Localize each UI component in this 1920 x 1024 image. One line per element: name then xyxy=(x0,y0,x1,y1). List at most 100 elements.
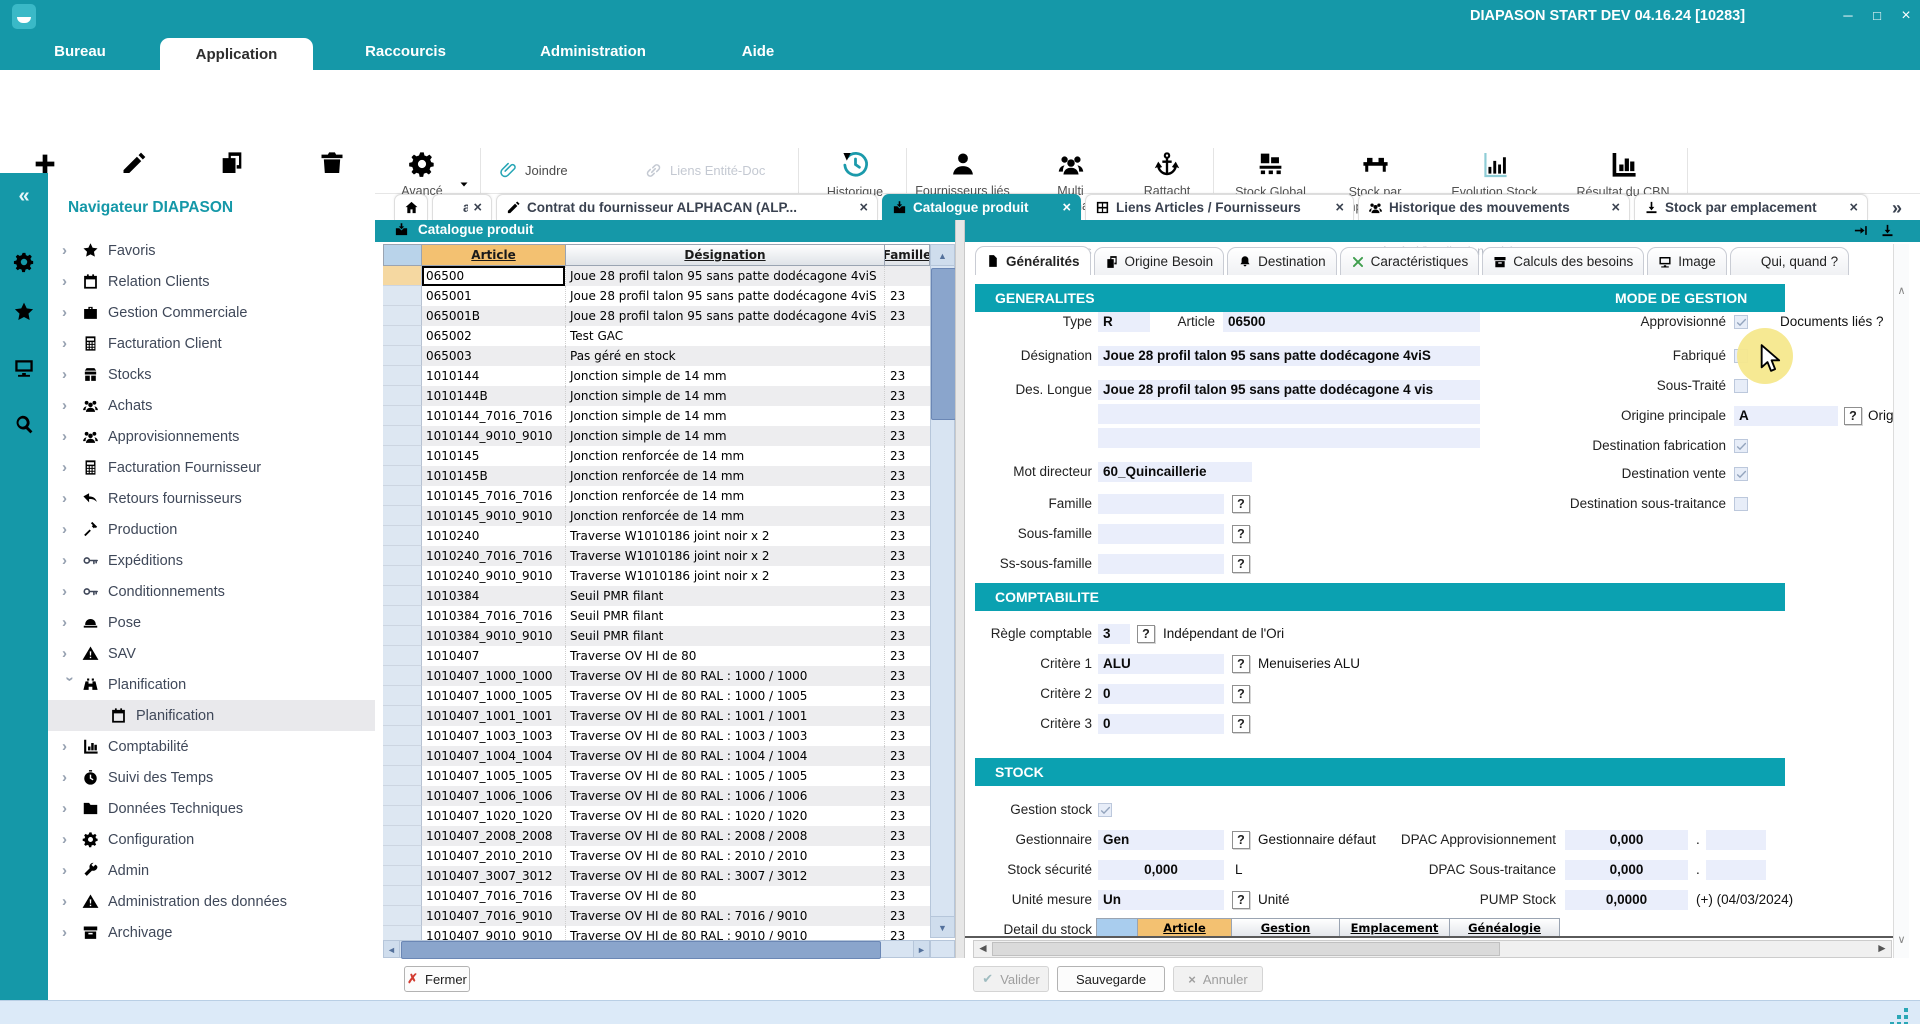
chevron-icon[interactable]: › xyxy=(62,769,78,786)
row-selector-cell[interactable] xyxy=(383,306,422,326)
famille-field[interactable] xyxy=(1098,494,1224,514)
famille-cell[interactable]: 23 xyxy=(885,666,930,686)
designation-cell[interactable]: Traverse OV HI de 80 RAL : 1000 / 1005 xyxy=(566,686,885,706)
designation-cell[interactable]: Traverse OV HI de 80 RAL : 2008 / 2008 xyxy=(566,826,885,846)
row-selector-cell[interactable] xyxy=(383,686,422,706)
designation-cell[interactable]: Traverse OV HI de 80 RAL : 1004 / 1004 xyxy=(566,746,885,766)
article-cell[interactable]: 1010145 xyxy=(422,446,566,466)
table-row[interactable]: 1010407_9010_9010 Traverse OV HI de 80 R… xyxy=(383,926,930,940)
close-button[interactable]: × xyxy=(1893,6,1919,26)
row-selector-cell[interactable] xyxy=(383,506,422,526)
column-header-famille[interactable]: Famille xyxy=(885,244,930,266)
designation-cell[interactable]: Jonction renforcée de 14 mm xyxy=(566,486,885,506)
tree-item[interactable]: › Expéditions xyxy=(48,545,375,576)
mot-directeur-field[interactable]: 60_Quincaillerie xyxy=(1098,462,1252,482)
regle-lookup-button[interactable]: ? xyxy=(1137,625,1155,643)
critere2-lookup-button[interactable]: ? xyxy=(1232,685,1250,703)
famille-cell[interactable]: 23 xyxy=(885,886,930,906)
table-row[interactable]: 1010407_1006_1006 Traverse OV HI de 80 R… xyxy=(383,786,930,806)
famille-cell[interactable]: 23 xyxy=(885,826,930,846)
form-tab[interactable]: Caractéristiques xyxy=(1340,247,1480,275)
famille-cell[interactable]: 23 xyxy=(885,466,930,486)
famille-cell[interactable]: 23 xyxy=(885,506,930,526)
form-tab[interactable]: Qui, quand ? xyxy=(1730,247,1849,275)
article-cell[interactable]: 1010145B xyxy=(422,466,566,486)
designation-cell[interactable]: Joue 28 profil talon 95 sans patte dodéc… xyxy=(566,266,885,286)
article-cell[interactable]: 1010144B xyxy=(422,386,566,406)
table-row[interactable]: 1010384_9010_9010 Seuil PMR filant 23 xyxy=(383,626,930,646)
row-selector-cell[interactable] xyxy=(383,286,422,306)
critere1-lookup-button[interactable]: ? xyxy=(1232,655,1250,673)
tree-item[interactable]: › Conditionnements xyxy=(48,576,375,607)
article-cell[interactable]: 1010407_1003_1003 xyxy=(422,726,566,746)
designation-cell[interactable]: Traverse OV HI de 80 xyxy=(566,886,885,906)
table-row[interactable]: 1010144_9010_9010 Jonction simple de 14 … xyxy=(383,426,930,446)
designation-cell[interactable]: Traverse OV HI de 80 RAL : 1001 / 1001 xyxy=(566,706,885,726)
famille-cell[interactable]: 23 xyxy=(885,306,930,326)
table-hscroll-thumb[interactable] xyxy=(401,941,881,959)
designation-cell[interactable]: Test GAC xyxy=(566,326,885,346)
gestionnaire-field[interactable]: Gen xyxy=(1098,830,1224,850)
famille-cell[interactable]: 23 xyxy=(885,426,930,446)
article-cell[interactable]: 1010240_7016_7016 xyxy=(422,546,566,566)
regle-comptable-field[interactable]: 3 xyxy=(1098,624,1130,644)
article-cell[interactable]: 1010407_1006_1006 xyxy=(422,786,566,806)
chevron-icon[interactable]: › xyxy=(62,893,78,910)
designation-cell[interactable]: Jonction simple de 14 mm xyxy=(566,426,885,446)
chevron-icon[interactable]: › xyxy=(62,924,78,941)
designation-cell[interactable]: Joue 28 profil talon 95 sans patte dodéc… xyxy=(566,306,885,326)
des-longue-field-3[interactable] xyxy=(1098,428,1480,448)
famille-cell[interactable]: 23 xyxy=(885,366,930,386)
rail-icon[interactable] xyxy=(13,251,35,273)
famille-cell[interactable]: 23 xyxy=(885,906,930,926)
article-cell[interactable]: 1010407_1020_1020 xyxy=(422,806,566,826)
article-cell[interactable]: 1010407_1005_1005 xyxy=(422,766,566,786)
row-selector-cell[interactable] xyxy=(383,526,422,546)
row-selector-cell[interactable] xyxy=(383,826,422,846)
row-selector-cell[interactable] xyxy=(383,386,422,406)
famille-cell[interactable]: 23 xyxy=(885,406,930,426)
designation-cell[interactable]: Pas géré en stock xyxy=(566,346,885,366)
table-row[interactable]: 065001B Joue 28 profil talon 95 sans pat… xyxy=(383,306,930,326)
table-row[interactable]: 1010145_9010_9010 Jonction renforcée de … xyxy=(383,506,930,526)
row-selector-cell[interactable] xyxy=(383,446,422,466)
table-row[interactable]: 1010144 Jonction simple de 14 mm 23 xyxy=(383,366,930,386)
dpac-st-field-2[interactable] xyxy=(1706,860,1766,880)
tab-close-icon[interactable]: × xyxy=(1063,200,1071,216)
maximize-button[interactable]: □ xyxy=(1864,6,1890,26)
article-cell[interactable]: 1010384_7016_7016 xyxy=(422,606,566,626)
minimize-button[interactable]: ─ xyxy=(1835,6,1861,26)
row-selector-cell[interactable] xyxy=(383,886,422,906)
article-cell[interactable]: 1010240 xyxy=(422,526,566,546)
menu-item[interactable]: Raccourcis xyxy=(313,33,498,70)
tree-item[interactable]: › Relation Clients xyxy=(48,266,375,297)
designation-cell[interactable]: Traverse W1010186 joint noir x 2 xyxy=(566,526,885,546)
article-cell[interactable]: 1010407_3007_3012 xyxy=(422,866,566,886)
document-tab[interactable]: Catalogue produit × xyxy=(882,194,1081,220)
chevron-icon[interactable]: › xyxy=(62,862,78,879)
chevron-icon[interactable]: › xyxy=(62,242,78,259)
row-selector-cell[interactable] xyxy=(383,626,422,646)
article-cell[interactable]: 1010145_9010_9010 xyxy=(422,506,566,526)
tree-item[interactable]: › Planification xyxy=(48,669,375,700)
resize-grip[interactable] xyxy=(1904,1008,1908,1012)
origine-principale-field[interactable]: A xyxy=(1734,406,1838,426)
row-selector-cell[interactable] xyxy=(383,926,422,940)
chevron-icon[interactable]: › xyxy=(62,428,78,445)
famille-cell[interactable] xyxy=(885,266,930,286)
article-cell[interactable]: 1010240_9010_9010 xyxy=(422,566,566,586)
row-selector-cell[interactable] xyxy=(383,806,422,826)
table-row[interactable]: 1010407_1000_1000 Traverse OV HI de 80 R… xyxy=(383,666,930,686)
famille-cell[interactable]: 23 xyxy=(885,526,930,546)
row-selector-cell[interactable] xyxy=(383,646,422,666)
article-cell[interactable]: 065002 xyxy=(422,326,566,346)
designation-cell[interactable]: Seuil PMR filant xyxy=(566,586,885,606)
designation-cell[interactable]: Traverse OV HI de 80 RAL : 2010 / 2010 xyxy=(566,846,885,866)
row-selector-cell[interactable] xyxy=(383,726,422,746)
famille-cell[interactable]: 23 xyxy=(885,446,930,466)
critere1-field[interactable]: ALU xyxy=(1098,654,1224,674)
row-selector-cell[interactable] xyxy=(383,866,422,886)
unite-lookup-button[interactable]: ? xyxy=(1232,891,1250,909)
sauvegarde-button[interactable]: Sauvegarde xyxy=(1057,966,1165,992)
famille-cell[interactable]: 23 xyxy=(885,926,930,940)
